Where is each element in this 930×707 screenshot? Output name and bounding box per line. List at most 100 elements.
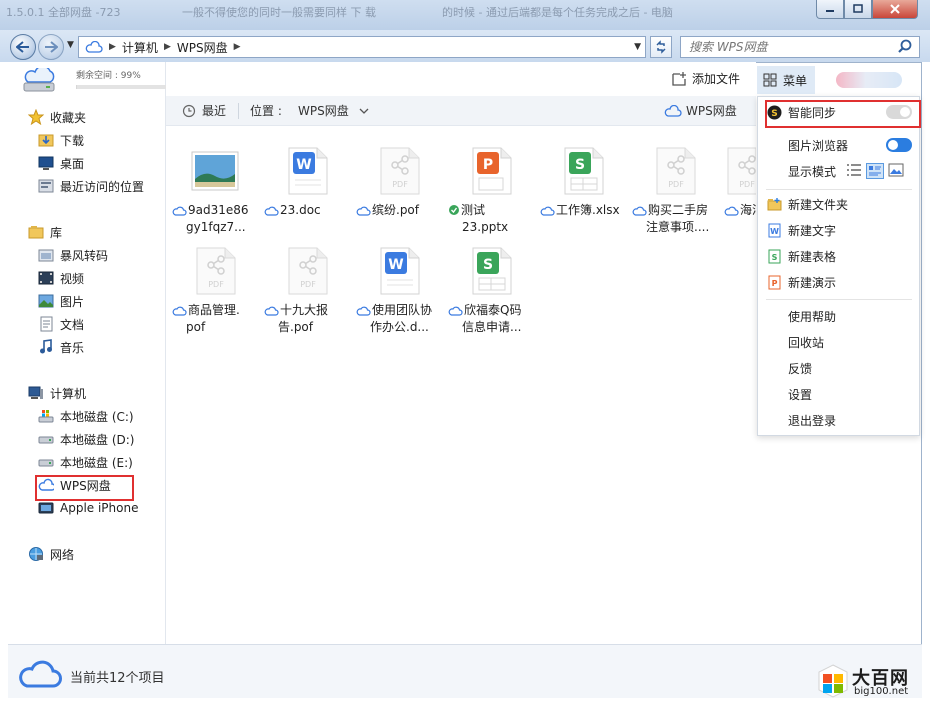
sidebar-item-drive-c[interactable]: 本地磁盘 (C:)	[38, 406, 134, 426]
download-folder-icon	[38, 134, 54, 147]
quota-bar-fill	[76, 85, 77, 89]
sidebar-item-network[interactable]: 网络	[28, 544, 74, 564]
sidebar-label: 暴风转码	[60, 248, 109, 263]
menu-item-smart-sync[interactable]: 智能同步	[788, 104, 836, 121]
menu-item-help[interactable]: 使用帮助	[788, 308, 836, 325]
breadcrumb-computer[interactable]: 计算机	[122, 39, 158, 56]
sidebar-item-videos[interactable]: 视频	[38, 268, 84, 288]
file-name-line: 缤纷.pof	[372, 203, 419, 217]
recent-label: 最近	[202, 104, 227, 118]
document-icon	[40, 316, 53, 332]
menu-item-settings[interactable]: 设置	[788, 386, 812, 403]
location-dropdown[interactable]: WPS网盘	[298, 102, 369, 119]
menu-divider	[766, 189, 912, 190]
add-file-button[interactable]: 添加文件	[671, 70, 740, 87]
file-item[interactable]: 9ad31e86 gy1fqz7...	[170, 146, 260, 236]
avatar[interactable]	[836, 72, 902, 88]
address-dropdown[interactable]: ▼	[634, 42, 641, 52]
menu-item-recycle-bin[interactable]: 回收站	[788, 334, 824, 351]
file-item[interactable]: PDF 商品管理. pof	[170, 246, 260, 336]
refresh-icon	[656, 40, 666, 54]
file-name-line: 23.doc	[280, 203, 321, 217]
file-name: 购买二手房 注意事项....	[630, 202, 720, 236]
sidebar-item-documents[interactable]: 文档	[38, 314, 84, 334]
sidebar-item-downloads[interactable]: 下载	[38, 130, 84, 150]
sidebar-label: 文档	[60, 317, 85, 332]
forward-button[interactable]	[38, 34, 64, 60]
sidebar-label: 计算机	[50, 386, 87, 401]
detail-view-icon[interactable]	[866, 163, 884, 179]
close-button[interactable]	[872, 0, 918, 19]
status-text: 当前共12个项目	[70, 671, 165, 686]
recent-button[interactable]: 最近	[182, 102, 226, 119]
file-item[interactable]: S 欣福泰Q码 信息申请...	[446, 246, 536, 336]
status-bar: 当前共12个项目	[8, 644, 922, 698]
chevron-right-icon: ▶	[163, 42, 171, 52]
search-input[interactable]	[689, 40, 889, 54]
list-view-icon[interactable]	[846, 163, 862, 177]
pdf-file-icon: PDF	[288, 247, 328, 295]
divider	[238, 102, 239, 119]
cloud-drive-icon	[23, 68, 55, 92]
ghost-text: 1.5.0.1 全部网盘 -723	[6, 6, 121, 19]
sidebar-item-drive-e[interactable]: 本地磁盘 (E:)	[38, 452, 133, 472]
sidebar: 剩余空间 : 99% 收藏夹 下载 桌面 最近访问的位置 库 暴风转码 视频 图…	[8, 62, 176, 644]
refresh-button[interactable]	[650, 36, 672, 58]
file-item[interactable]: PDF 十九大报 告.pof	[262, 246, 352, 336]
menu-item-feedback[interactable]: 反馈	[788, 360, 812, 377]
file-name: 9ad31e86 gy1fqz7...	[170, 202, 260, 236]
menu-item-new-text[interactable]: 新建文字	[788, 222, 836, 239]
file-item[interactable]: P 测试 23.pptx	[446, 146, 536, 236]
minimize-button[interactable]	[816, 0, 844, 19]
breadcrumb-wps-disk[interactable]: WPS网盘	[177, 39, 228, 56]
file-item[interactable]: W 使用团队协 作办公.d...	[354, 246, 444, 336]
image-browser-toggle[interactable]	[886, 138, 912, 152]
ppt-icon: P	[768, 275, 781, 290]
menu-item-image-browser[interactable]: 图片浏览器	[788, 137, 848, 154]
file-name-line: 使用团队协	[372, 303, 433, 317]
back-button[interactable]	[10, 34, 36, 60]
sidebar-label: 图片	[60, 294, 85, 309]
sidebar-item-pictures[interactable]: 图片	[38, 291, 84, 311]
file-name-line: 欣福泰Q码	[464, 303, 522, 317]
search-box[interactable]	[680, 36, 920, 58]
file-name: 欣福泰Q码 信息申请...	[446, 302, 536, 336]
file-item[interactable]: PDF 缤纷.pof	[354, 146, 444, 219]
file-item[interactable]: W 23.doc	[262, 146, 352, 219]
thumbnail-view-icon[interactable]	[888, 163, 904, 177]
sidebar-item-music[interactable]: 音乐	[38, 337, 84, 357]
sidebar-item-desktop[interactable]: 桌面	[38, 153, 84, 173]
chevron-right-icon: ▶	[109, 42, 116, 52]
file-item[interactable]: S 工作簿.xlsx	[538, 146, 628, 219]
sidebar-item-computer[interactable]: 计算机	[28, 383, 86, 403]
menu-item-logout[interactable]: 退出登录	[788, 412, 836, 429]
svg-text:PDF: PDF	[739, 180, 755, 189]
cloud-sync-icon	[172, 306, 187, 316]
sidebar-item-storm-codec[interactable]: 暴风转码	[38, 245, 108, 265]
sidebar-item-favorites[interactable]: 收藏夹	[28, 107, 86, 127]
cloud-sync-icon	[264, 306, 279, 316]
sidebar-item-libraries[interactable]: 库	[28, 222, 62, 242]
watermark: 大百网 big100.net	[818, 662, 922, 702]
search-icon[interactable]	[897, 39, 913, 55]
file-name: 海洋	[722, 202, 756, 219]
sidebar-item-recent-places[interactable]: 最近访问的位置	[38, 176, 144, 196]
svg-text:W: W	[770, 227, 779, 236]
chevron-right-icon: ▶	[233, 42, 241, 52]
menu-item-new-folder[interactable]: 新建文件夹	[788, 196, 848, 213]
sidebar-label: 本地磁盘 (D:)	[60, 432, 135, 447]
file-item[interactable]: PDF 海洋	[722, 146, 756, 219]
cloud-icon	[85, 41, 103, 53]
menu-item-new-sheet[interactable]: 新建表格	[788, 248, 836, 265]
wps-disk-link[interactable]: WPS网盘	[664, 102, 737, 119]
sidebar-item-apple-iphone[interactable]: Apple iPhone	[38, 498, 138, 518]
history-dropdown[interactable]: ▼	[67, 40, 74, 50]
menu-item-new-presentation[interactable]: 新建演示	[788, 274, 836, 291]
maximize-button[interactable]	[844, 0, 872, 19]
file-item[interactable]: PDF 购买二手房 注意事项....	[630, 146, 720, 236]
sidebar-item-drive-d[interactable]: 本地磁盘 (D:)	[38, 429, 134, 449]
address-bar[interactable]: ▶ 计算机 ▶ WPS网盘 ▶ ▼	[78, 36, 646, 58]
menu-button[interactable]: 菜单	[757, 66, 815, 94]
sidebar-label: 网络	[50, 547, 75, 562]
smart-sync-toggle[interactable]	[886, 105, 912, 119]
